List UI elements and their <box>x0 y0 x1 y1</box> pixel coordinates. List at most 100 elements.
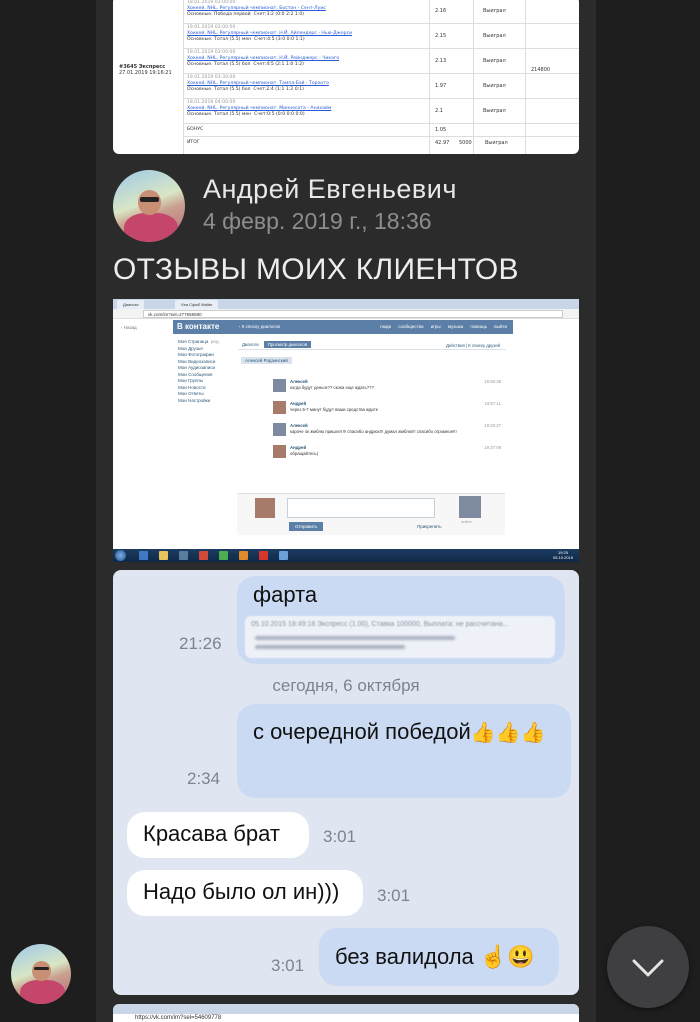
message-time: 21:26 <box>179 634 222 653</box>
vk-message: Алексей когда будут деньги?? скока еще ж… <box>273 379 501 394</box>
browser-tabbar: Диалоги Vеа Сфаб Walter <box>113 299 579 309</box>
bet-score: Счет:4:5 (3:0 0:0 1:1) <box>254 37 305 42</box>
bet-row: 19.01.2019 03:00:00 Хоккей. NHL. Регуляр… <box>187 25 427 43</box>
bet-odd: 2.13 <box>435 58 447 64</box>
bet-odd: 2.16 <box>435 8 447 14</box>
vk-message-time: 19:37:08 <box>484 445 501 450</box>
quoted-message: 05.10.2015 18:49:18 Экспресс (1.00), Ста… <box>245 616 555 658</box>
bonus-value: 1.05 <box>435 127 447 133</box>
blurred-line <box>255 645 405 649</box>
vk-compose: Отправить Прикрепить online <box>237 493 505 535</box>
blurred-line <box>255 636 455 640</box>
bet-odd: 2.1 <box>435 108 443 114</box>
taskbar-app-icon <box>159 551 168 560</box>
vk-message: Андрей обращайтесь) 19:37:08 <box>273 445 501 460</box>
vk-back-label: Назад <box>123 325 137 330</box>
vk-dialog-actions: Действия | К списку друзей <box>445 343 500 348</box>
taskbar-app-icon <box>179 551 188 560</box>
avatar-glasses <box>33 966 50 971</box>
thumbs-up-icon: 👍👍👍 <box>470 722 546 744</box>
taskbar-app-icon <box>219 551 228 560</box>
vk-compose-input <box>287 498 435 518</box>
row-divider <box>183 73 579 74</box>
avatar-face <box>32 960 52 982</box>
bet-score: Счет:4:5 (2:1 1:0 1:2) <box>253 62 304 67</box>
vk-peer-avatar <box>459 496 481 518</box>
vk-left-menu: Моя Страница ред. Мои Друзья Мои Фотогра… <box>178 339 220 404</box>
bet-score: Счет:0:5 (0:0 0:0 0:0) <box>254 112 305 117</box>
bet-odd: 1.97 <box>435 83 447 89</box>
incoming-message: Красава брат <box>127 812 309 858</box>
taskbar-app-icon <box>279 551 288 560</box>
taskbar-clock-date: 05.10.2015 <box>552 555 573 560</box>
vk-menu-item: Моя Страница <box>178 339 209 344</box>
scroll-down-button[interactable] <box>607 926 689 1008</box>
vk-attach-link: Прикрепить <box>417 524 442 529</box>
browser-url: vk.com/im?sel=277655590 <box>143 310 563 318</box>
feed-page: 18.01.2019 03:00:00 Хоккей. NHL. Регуляр… <box>0 0 700 1022</box>
vk-nav-item: выйти <box>494 324 507 329</box>
vk-message-text: когда будут деньги?? скока еще ждать??? <box>290 385 374 390</box>
vk-message-list: Алексей когда будут деньги?? скока еще ж… <box>273 379 501 467</box>
vk-compose-avatar <box>255 498 275 518</box>
post-text: ОТЗЫВЫ МОИХ КЛИЕНТОВ <box>113 253 519 286</box>
bet-score: Счет:3:2 (0:0 2:2 1:0) <box>253 12 305 17</box>
bet-row: 18.01.2019 03:00:00 Хоккей. NHL. Регуляр… <box>187 0 427 18</box>
vk-nav-item: помощь <box>470 324 488 329</box>
outgoing-message: с очередной победой👍👍👍 <box>237 704 571 798</box>
vk-menu-item: Мои Фотографии <box>178 352 214 357</box>
vk-logo: В контакте <box>177 322 220 331</box>
vk-menu-item: Мои Аудиозаписи <box>178 365 215 370</box>
chat-screenshot[interactable]: фарта 05.10.2015 18:49:18 Экспресс (1.00… <box>113 570 579 995</box>
emoji-icon: ☝😃 <box>479 944 535 969</box>
browser-tab: Диалоги <box>117 300 145 309</box>
quoted-text: 05.10.2015 18:49:18 Экспресс (1.00), Ста… <box>251 621 509 628</box>
vk-menu-item: Мои Настройки <box>178 397 211 403</box>
vk-dialog-tab: Диалоги <box>242 342 259 347</box>
vk-message-time: 19:55:38 <box>484 379 501 384</box>
vk-dialog-tabs: Диалоги Просмотр диалогов Действия | К с… <box>238 341 506 350</box>
vk-dialog-screenshot[interactable]: Диалоги Vеа Сфаб Walter vk.com/im?sel=27… <box>113 299 579 562</box>
total-result: Выиграл <box>485 140 508 146</box>
next-screenshot[interactable]: https://vk.com/im?sel=54609778 <box>113 1004 579 1022</box>
vk-dialogs-link: ‹ К списку диалогов <box>239 324 280 329</box>
browser-tabbar <box>113 1004 579 1014</box>
windows-taskbar: 19:25 05.10.2015 <box>113 549 579 562</box>
message-time: 2:34 <box>187 769 221 788</box>
vk-online-status: online <box>461 519 472 524</box>
bonus-label: БОНУС <box>187 127 204 132</box>
post-date[interactable]: 4 февр. 2019 г., 18:36 <box>203 208 432 235</box>
author-avatar[interactable] <box>113 170 185 242</box>
post-author[interactable]: Андрей Евгеньевич <box>203 174 457 205</box>
message-time: 3:01 <box>323 827 357 846</box>
outgoing-message: без валидола ☝😃 <box>319 928 559 986</box>
author-avatar[interactable] <box>11 944 71 1004</box>
vk-back-link: ‹ Назад <box>121 325 137 330</box>
coupon-sum: 214800 <box>531 67 551 73</box>
bet-market: Основные. Тотал (5.5) мен <box>187 112 252 117</box>
vk-message-avatar <box>273 401 286 414</box>
vk-message-avatar <box>273 379 286 392</box>
taskbar-app-icon <box>239 551 248 560</box>
vk-chat-with: Алексей Родзинский <box>241 357 292 364</box>
taskbar-app-icon <box>139 551 148 560</box>
taskbar-app-icon <box>259 551 268 560</box>
taskbar-app-icon <box>199 551 208 560</box>
avatar-face <box>138 190 162 215</box>
incoming-message: Надо было ол ин))) <box>127 870 363 916</box>
bet-score: Счет:2:4 (1:1 1:2 0:1) <box>253 87 304 92</box>
vk-message-avatar <box>273 423 286 436</box>
bet-odd: 2.15 <box>435 33 447 39</box>
vk-nav-item: сообщества <box>398 324 424 329</box>
message-time: 3:01 <box>377 886 411 905</box>
message-content: с очередной победой👍👍👍 <box>253 712 563 753</box>
coupon-id: #3645 Экспресс 27.01.2019 19:16:21 <box>119 64 172 76</box>
browser-addressbar: vk.com/im?sel=277655590 <box>113 309 579 319</box>
avatar-shirt <box>20 980 65 1004</box>
message-time: 3:01 <box>271 956 305 975</box>
bet-row: 19.01.2019 03:30:00 Хоккей. NHL. Регуляр… <box>187 75 427 93</box>
outgoing-message: фарта 05.10.2015 18:49:18 Экспресс (1.00… <box>237 576 565 664</box>
windows-start-icon <box>115 550 126 561</box>
bet-table-screenshot[interactable]: 18.01.2019 03:00:00 Хоккей. NHL. Регуляр… <box>113 0 579 154</box>
vk-message: Андрей через 5-7 минут будут ваши средст… <box>273 401 501 416</box>
